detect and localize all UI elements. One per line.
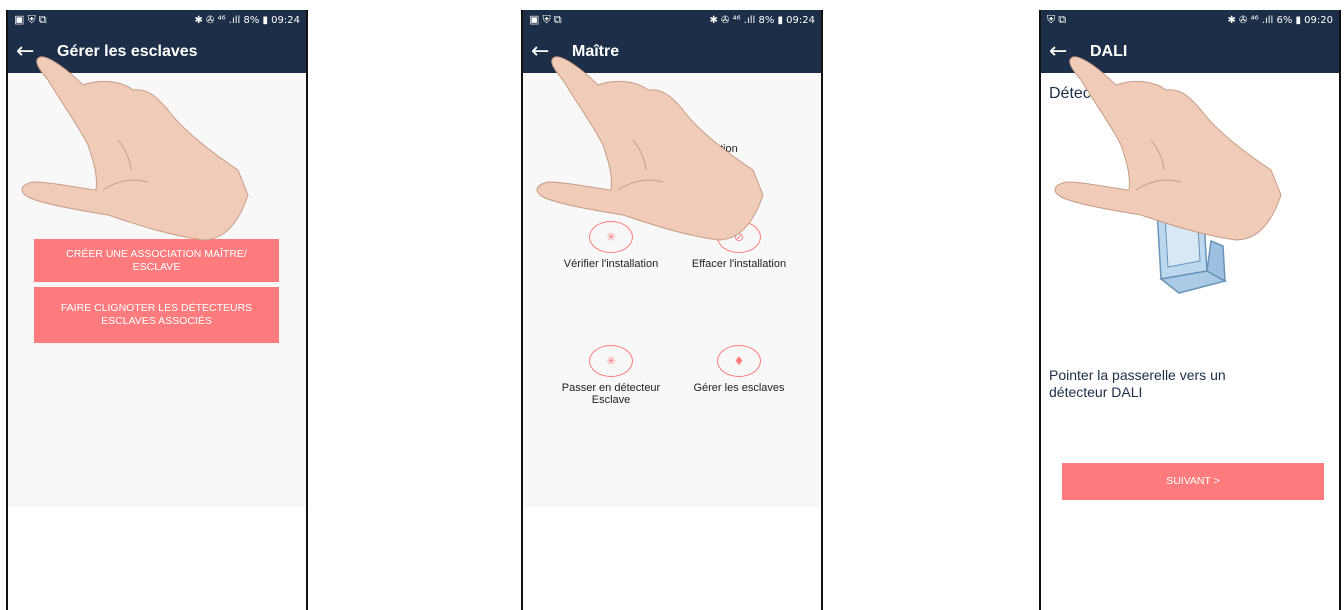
partial-menu-label: llation — [709, 143, 738, 155]
erase-icon: ⊘ — [717, 221, 761, 253]
sparkle-icon: ✳ — [589, 221, 633, 253]
status-right-info: ✱ ✇ ⁴⁶ .ıll 8% ▮ 09:24 — [709, 14, 815, 26]
status-bar: ▣ ⛨ ⧉ ✱ ✇ ⁴⁶ .ıll 8% ▮ 09:24 — [523, 10, 821, 30]
status-bar: ▣ ⛨ ⧉ ✱ ✇ ⁴⁶ .ıll 8% ▮ 09:24 — [8, 10, 306, 30]
instruction-text: Pointer la passerelle vers un détecteur … — [1049, 367, 1226, 400]
status-left-icons: ▣ ⛨ ⧉ — [14, 14, 47, 26]
content-area: Détec llor Pointer la passerelle vers un… — [1041, 73, 1339, 507]
section-heading-partial-2: llor — [1126, 85, 1148, 102]
status-right-info: ✱ ✇ ⁴⁶ .ıll 8% ▮ 09:24 — [194, 14, 300, 26]
app-bar: ← DALI — [1041, 30, 1339, 73]
page-title: DALI — [1090, 42, 1128, 60]
switch-to-slave-label: Passer en détecteur Esclave — [561, 382, 661, 406]
create-association-button[interactable]: CRÉER UNE ASSOCIATION MAÎTRE/ ESCLAVE — [34, 239, 279, 282]
phone-screen-dali: ⛨ ⧉ ✱ ✇ ⁴⁶ .ıll 6% ▮ 09:20 ← DALI Détec … — [1039, 10, 1341, 610]
app-bar: ← Maître — [523, 30, 821, 73]
status-bar: ⛨ ⧉ ✱ ✇ ⁴⁶ .ıll 6% ▮ 09:20 — [1041, 10, 1339, 30]
manage-slaves-label: Gérer les esclaves — [693, 382, 785, 394]
page-title: Maître — [572, 42, 620, 60]
verify-installation-item[interactable]: ✳ Vérifier l'installation — [546, 221, 676, 270]
content-area: CRÉER UNE ASSOCIATION MAÎTRE/ ESCLAVE FA… — [8, 73, 306, 507]
manage-slaves-item[interactable]: ♦ Gérer les esclaves — [674, 345, 804, 394]
switch-to-slave-item[interactable]: ✳ Passer en détecteur Esclave — [546, 345, 676, 406]
back-arrow-icon[interactable]: ← — [531, 40, 557, 63]
section-heading-partial: Détec — [1049, 85, 1091, 102]
gem-icon: ♦ — [717, 345, 761, 377]
blink-detectors-button[interactable]: FAIRE CLIGNOTER LES DÉTECTEURS ESCLAVES … — [34, 287, 279, 343]
app-bar: ← Gérer les esclaves — [8, 30, 306, 73]
next-button[interactable]: SUIVANT > — [1062, 463, 1324, 500]
status-left-icons: ▣ ⛨ ⧉ — [529, 14, 562, 26]
phone-screen-manage-slaves: ▣ ⛨ ⧉ ✱ ✇ ⁴⁶ .ıll 8% ▮ 09:24 ← Gérer les… — [6, 10, 308, 610]
verify-installation-label: Vérifier l'installation — [563, 258, 659, 270]
sparkle-icon: ✳ — [589, 345, 633, 377]
erase-installation-label: Effacer l'installation — [691, 258, 787, 270]
gateway-device-illustration — [1156, 202, 1228, 294]
back-arrow-icon[interactable]: ← — [1049, 40, 1075, 63]
status-right-info: ✱ ✇ ⁴⁶ .ıll 6% ▮ 09:20 — [1227, 14, 1333, 26]
status-left-icons: ⛨ ⧉ — [1047, 13, 1067, 26]
back-arrow-icon[interactable]: ← — [16, 40, 42, 63]
erase-installation-item[interactable]: ⊘ Effacer l'installation — [674, 221, 804, 270]
phone-screen-master: ▣ ⛨ ⧉ ✱ ✇ ⁴⁶ .ıll 8% ▮ 09:24 ← Maître ll… — [521, 10, 823, 610]
content-area: llation ✳ Vérifier l'installation ⊘ Effa… — [523, 73, 821, 507]
page-title: Gérer les esclaves — [57, 42, 198, 60]
screenshot-stage: ▣ ⛨ ⧉ ✱ ✇ ⁴⁶ .ıll 8% ▮ 09:24 ← Gérer les… — [0, 0, 1344, 610]
